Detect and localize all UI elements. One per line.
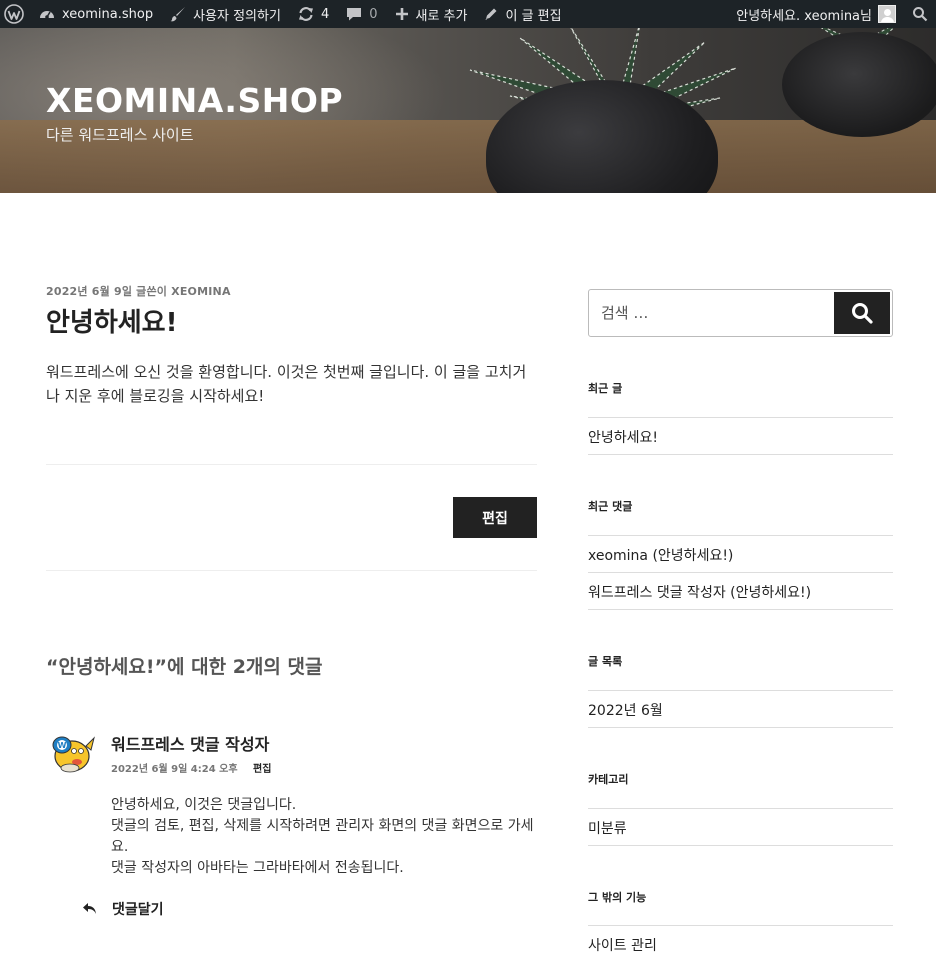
edit-post-button[interactable]: 편집 (453, 497, 537, 538)
search-input[interactable] (589, 290, 829, 336)
customize-label: 사용자 정의하기 (193, 8, 281, 24)
divider (46, 570, 537, 571)
comment-line: 안녕하세요, 이것은 댓글입니다. (111, 797, 297, 813)
site-admin-link[interactable]: 사이트 관리 (588, 935, 657, 955)
updates-menu[interactable]: 4 (289, 0, 337, 28)
admin-search[interactable] (904, 0, 936, 28)
post-title: 안녕하세요! (46, 308, 178, 338)
divider (588, 727, 893, 728)
updates-icon (298, 7, 313, 21)
search-button[interactable] (834, 292, 890, 334)
comment-author[interactable]: 워드프레스 댓글 작성자 (111, 731, 269, 755)
plus-icon (395, 8, 408, 20)
updates-count: 4 (320, 6, 330, 22)
comments-menu[interactable]: 0 (337, 0, 385, 28)
comments-title: “안녕하세요!”에 대한 2개의 댓글 (46, 656, 323, 678)
dashboard-icon (40, 11, 54, 19)
search-icon (852, 303, 873, 324)
reply-label: 댓글달기 (112, 902, 164, 918)
my-account-menu[interactable]: 안녕하세요. xeomina님 (728, 0, 904, 28)
divider (588, 609, 893, 610)
reply-arrow-icon (83, 903, 96, 914)
site-name-menu[interactable]: xeomina.shop (30, 0, 161, 28)
edit-post-menu[interactable]: 이 글 편집 (475, 0, 569, 28)
brush-icon (170, 7, 186, 22)
divider (588, 454, 893, 455)
new-content-label: 새로 추가 (415, 8, 468, 24)
widget-title-meta: 그 밖의 기능 (588, 891, 647, 904)
header-pot-secondary (782, 32, 936, 137)
divider (588, 925, 893, 926)
recent-post-link[interactable]: 안녕하세요! (588, 427, 658, 447)
search-icon (913, 7, 928, 22)
wordpress-logo-menu[interactable] (0, 0, 30, 28)
widget-title-recent-posts: 최근 글 (588, 382, 623, 395)
site-title[interactable]: XEOMINA.SHOP (46, 81, 343, 120)
comment-body: 안녕하세요, 이것은 댓글입니다. 댓글의 검토, 편집, 삭제를 시작하려면 … (111, 795, 541, 879)
comment-line: 댓글 작성자의 아바타는 그라바타에서 전송됩니다. (111, 860, 404, 876)
divider (588, 417, 893, 418)
wordpress-icon (4, 4, 24, 24)
comment-meta: 2022년 6월 9일 4:24 오후 편집 (111, 760, 271, 775)
search-form (588, 289, 893, 337)
svg-text:W: W (58, 741, 67, 750)
wapuu-avatar-icon: W (52, 736, 95, 773)
divider (588, 845, 893, 846)
post-content: 워드프레스에 오신 것을 환영합니다. 이것은 첫번째 글입니다. 이 글을 고… (46, 363, 527, 405)
reply-link[interactable]: 댓글달기 (82, 899, 164, 919)
new-content-menu[interactable]: 새로 추가 (386, 0, 476, 28)
customize-menu[interactable]: 사용자 정의하기 (161, 0, 289, 28)
divider (588, 690, 893, 691)
divider (588, 572, 893, 573)
comment-edit-link[interactable]: 편집 (253, 764, 271, 775)
pencil-icon (485, 8, 497, 20)
widget-title-categories: 카테고리 (588, 773, 629, 786)
comments-count: 0 (369, 6, 378, 22)
widget-title-recent-comments: 최근 댓글 (588, 500, 633, 513)
post-meta[interactable]: 2022년 6월 9일 글쓴이 XEOMINA (46, 283, 231, 299)
edit-post-label: 이 글 편집 (505, 8, 562, 24)
archive-link[interactable]: 2022년 6월 (588, 700, 663, 720)
divider (588, 808, 893, 809)
greeting-label: 안녕하세요. xeomina님 (736, 8, 872, 24)
widget-title-archives: 글 목록 (588, 655, 623, 668)
recent-comment-link[interactable]: xeomina (안녕하세요!) (588, 545, 733, 565)
user-avatar (878, 5, 896, 23)
site-header: XEOMINA.SHOP 다른 워드프레스 사이트 (0, 28, 936, 193)
admin-bar: xeomina.shop 사용자 정의하기 4 0 새로 추가 이 글 편집 안… (0, 0, 936, 28)
recent-comment-link[interactable]: 워드프레스 댓글 작성자 (안녕하세요!) (588, 582, 811, 602)
site-description: 다른 워드프레스 사이트 (46, 126, 194, 144)
comment-date[interactable]: 2022년 6월 9일 4:24 오후 (111, 764, 238, 775)
category-link[interactable]: 미분류 (588, 818, 627, 838)
site-name-label: xeomina.shop (62, 6, 154, 22)
comment-bubble-icon (347, 8, 362, 21)
divider (588, 535, 893, 536)
comment-line: 댓글의 검토, 편집, 삭제를 시작하려면 관리자 화면의 댓글 화면으로 가세… (111, 818, 534, 855)
divider (46, 464, 537, 465)
